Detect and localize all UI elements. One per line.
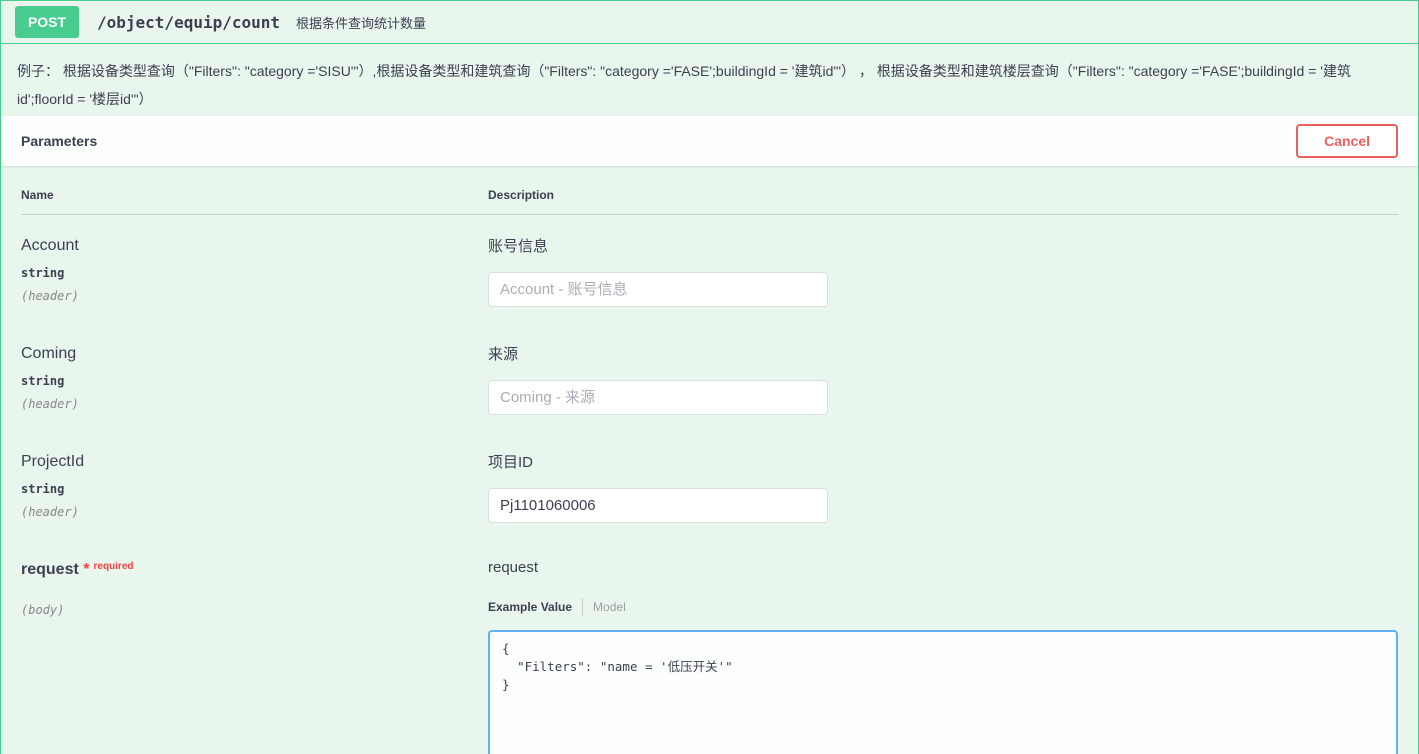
param-row-coming: Coming string (header) 来源 [21,323,1398,431]
cancel-button[interactable]: Cancel [1296,124,1398,158]
param-location: (header) [21,505,488,519]
table-header-row: Name Description [21,166,1398,215]
param-name-cell: ProjectId string (header) [21,445,488,523]
param-description: 来源 [488,343,1398,364]
param-row-projectid: ProjectId string (header) 项目ID [21,431,1398,539]
param-description-cell: request Example Value Model { "Filters":… [488,553,1398,754]
param-name: ProjectId [21,445,488,471]
param-description: request [488,559,1398,576]
tab-model[interactable]: Model [593,600,626,614]
body-tabs: Example Value Model [488,598,1398,616]
parameters-section-header: Parameters Cancel [1,116,1418,166]
column-header-name: Name [21,188,488,202]
coming-input[interactable] [488,380,828,415]
param-name: request *required [21,553,488,579]
request-body-textarea[interactable]: { "Filters": "name = '低压开关'" } [488,630,1398,754]
operation-summary[interactable]: POST /object/equip/count 根据条件查询统计数量 [1,1,1418,44]
param-row-request: request * required (body) request Example… [21,539,1398,754]
param-row-account: Account string (header) 账号信息 [21,215,1398,323]
operation-summary-text: 根据条件查询统计数量 [296,13,426,32]
param-type: string [21,482,488,496]
param-description-cell: 来源 [488,337,1398,415]
param-name-cell: Account string (header) [21,229,488,307]
param-description-cell: 项目ID [488,445,1398,523]
param-location: (header) [21,289,488,303]
param-name-cell: request *required (body) [21,553,488,754]
parameters-table: Name Description Account string (header)… [1,166,1418,754]
parameters-title: Parameters [21,133,97,149]
param-location: (header) [21,397,488,411]
operation-block: POST /object/equip/count 根据条件查询统计数量 例子： … [0,0,1419,754]
column-header-description: Description [488,188,1398,202]
projectid-input[interactable] [488,488,828,523]
tab-divider [582,598,583,616]
operation-description: 例子： 根据设备类型查询（"Filters": "category ='SISU… [1,44,1418,116]
tab-example-value[interactable]: Example Value [488,600,572,614]
param-location: (body) [21,603,488,617]
param-name: Account [21,229,488,255]
method-badge: POST [15,6,79,38]
param-name: Coming [21,337,488,363]
param-type: string [21,374,488,388]
param-description: 账号信息 [488,235,1398,256]
required-label: required [93,561,133,572]
param-type: string [21,266,488,280]
param-name-cell: Coming string (header) [21,337,488,415]
operation-path: /object/equip/count [97,13,280,32]
required-asterisk: * [83,561,89,578]
account-input[interactable] [488,272,828,307]
param-description-cell: 账号信息 [488,229,1398,307]
param-description: 项目ID [488,451,1398,472]
